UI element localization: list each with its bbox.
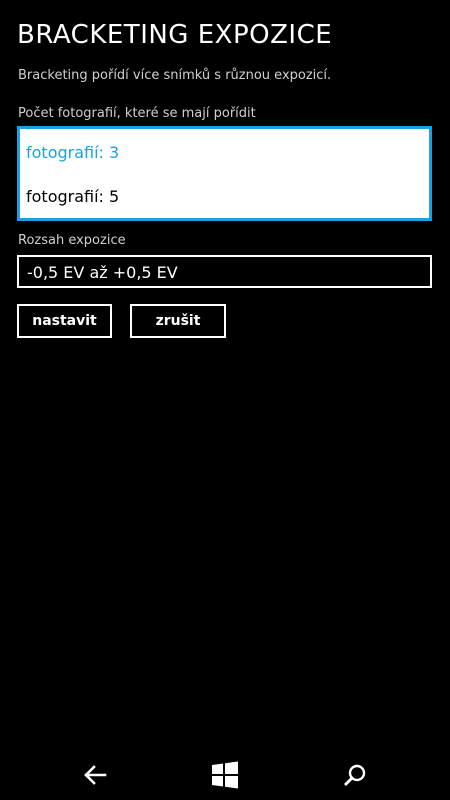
cancel-button[interactable]: zrušit xyxy=(130,304,226,338)
navigation-bar xyxy=(0,750,450,800)
start-button[interactable] xyxy=(205,758,245,792)
exposure-range-value: -0,5 EV až +0,5 EV xyxy=(27,263,178,282)
photo-count-option-3[interactable]: fotografií: 3 xyxy=(26,143,119,162)
exposure-range-label: Rozsah expozice xyxy=(18,233,126,248)
exposure-range-picker[interactable]: -0,5 EV až +0,5 EV xyxy=(17,255,432,288)
search-button[interactable] xyxy=(335,758,375,792)
back-arrow-icon xyxy=(84,765,107,785)
set-button[interactable]: nastavit xyxy=(17,304,112,338)
windows-logo-icon xyxy=(212,761,238,789)
back-button[interactable] xyxy=(75,758,115,792)
search-icon xyxy=(344,764,366,786)
page-title: BRACKETING EXPOZICE xyxy=(17,20,333,50)
photo-count-label: Počet fotografií, které se mají pořídit xyxy=(18,106,256,121)
page-description: Bracketing pořídí více snímků s různou e… xyxy=(18,68,332,83)
photo-count-option-5[interactable]: fotografií: 5 xyxy=(26,187,119,206)
photo-count-list: fotografií: 3 fotografií: 5 xyxy=(17,126,432,221)
